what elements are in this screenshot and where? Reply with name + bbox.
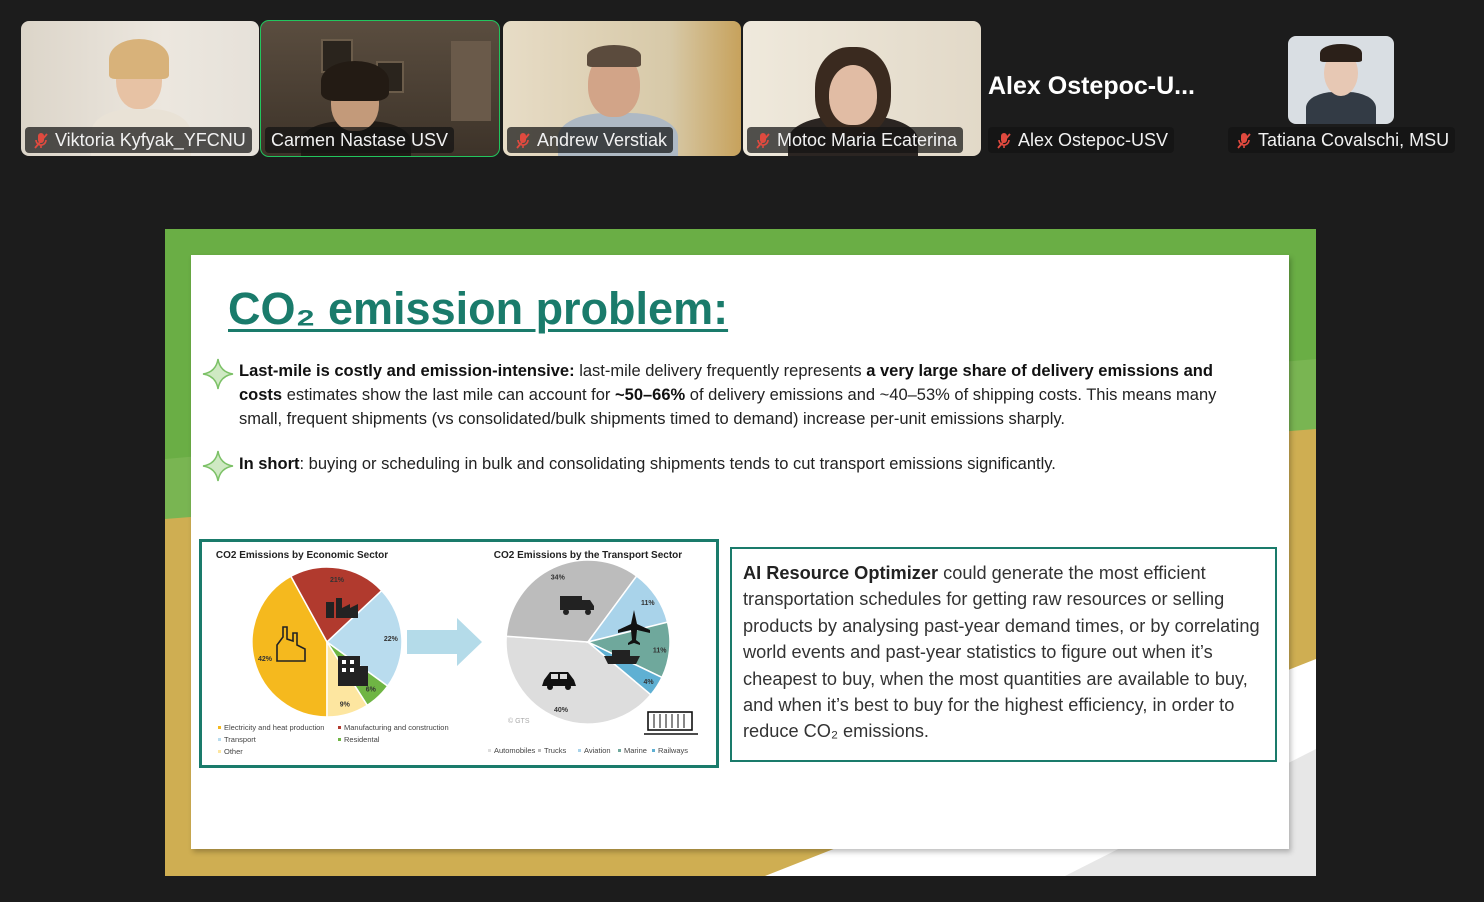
pie-data-label: 40% (554, 707, 569, 714)
pie-data-label: 11% (653, 647, 667, 654)
participant-tile-active-speaker[interactable]: Carmen Nastase USV (260, 20, 500, 157)
pie-data-label: 9% (340, 701, 351, 708)
sparkle-star-icon (202, 450, 234, 482)
participant-name-label: Tatiana Covalschi, MSU (1228, 127, 1456, 153)
microphone-muted-icon (32, 131, 50, 149)
participant-tile[interactable]: Motoc Maria Ecaterina (743, 21, 981, 156)
participant-name-label: Carmen Nastase USV (265, 127, 455, 153)
train-icon (644, 711, 698, 735)
legend-label: Railways (658, 746, 688, 755)
chart1-legend: Electricity and heat production Manufactu… (218, 723, 449, 756)
pie-data-label: 21% (330, 577, 345, 584)
sparkle-star-icon (202, 358, 234, 390)
legend-swatch (652, 749, 655, 752)
legend-swatch (338, 726, 341, 729)
microphone-muted-icon (514, 131, 532, 149)
chart2-watermark: © GTS (508, 717, 530, 725)
pie-data-label: 6% (366, 687, 377, 694)
legend-swatch (618, 749, 621, 752)
participant-video (829, 65, 877, 125)
participant-tile[interactable]: Viktoria Kyfyak_YFCNU (21, 21, 259, 156)
legend-label: Marine (624, 746, 647, 755)
arrow-right-icon (407, 618, 482, 666)
ai-resource-optimizer-text: AI Resource Optimizer could generate the… (743, 563, 1260, 742)
participant-tile-video-off[interactable]: Tatiana Covalschi, MSU (1224, 21, 1460, 156)
legend-swatch (578, 749, 581, 752)
participant-gallery: Viktoria Kyfyak_YFCNU Carmen Nastase USV… (0, 0, 1484, 170)
legend-label: Transport (224, 735, 257, 744)
pie-data-label: 34% (551, 575, 566, 582)
legend-swatch (218, 726, 221, 729)
ai-resource-optimizer-box: AI Resource Optimizer could generate the… (730, 547, 1277, 762)
legend-label: Trucks (544, 746, 566, 755)
legend-swatch (218, 750, 221, 753)
slide-title: CO₂ emission problem: (228, 283, 729, 334)
chart1-pie: 42% 21% 22% 6% 9% (251, 566, 403, 718)
chart1-title: CO2 Emissions by Economic Sector (216, 550, 388, 561)
legend-label: Electricity and heat production (224, 723, 324, 732)
legend-swatch (488, 749, 491, 752)
chart2-legend: Automobiles Trucks Aviation Marine Railways (488, 746, 688, 755)
pie-data-label: 22% (384, 636, 399, 643)
legend-swatch (538, 749, 541, 752)
emissions-charts-image: CO2 Emissions by Economic Sector CO2 Emi… (199, 539, 719, 768)
bullet-last-mile: Last-mile is costly and emission-intensi… (239, 362, 1217, 428)
legend-label: Automobiles (494, 746, 536, 755)
bullet-in-short: In short: buying or scheduling in bulk a… (239, 455, 1056, 473)
legend-label: Aviation (584, 746, 611, 755)
legend-swatch (338, 738, 341, 741)
shared-screen-slide: CO₂ emission problem: Last-mile is costl… (165, 229, 1316, 876)
participant-tile-video-off[interactable]: Alex Ostepoc-USV (984, 21, 1222, 156)
pie-data-label: 11% (641, 600, 655, 607)
participant-name-label: Viktoria Kyfyak_YFCNU (25, 127, 252, 153)
pie-data-label: 42% (258, 656, 273, 663)
legend-label: Manufacturing and construction (344, 723, 449, 732)
legend-swatch (218, 738, 221, 741)
pie-data-label: 4% (643, 679, 654, 686)
microphone-muted-icon (754, 131, 772, 149)
legend-label: Other (224, 747, 243, 756)
microphone-muted-icon (1235, 131, 1253, 149)
chart2-pie: 40% 34% 11% 11% 4% (505, 559, 671, 725)
slide-content-card: CO₂ emission problem: Last-mile is costl… (191, 255, 1289, 849)
participant-name-label: Alex Ostepoc-USV (988, 127, 1175, 153)
participant-name-label: Andrew Verstiak (507, 127, 674, 153)
participant-name-label: Motoc Maria Ecaterina (747, 127, 964, 153)
microphone-muted-icon (995, 131, 1013, 149)
participant-tile[interactable]: Andrew Verstiak (503, 21, 741, 156)
legend-label: Residental (344, 735, 380, 744)
